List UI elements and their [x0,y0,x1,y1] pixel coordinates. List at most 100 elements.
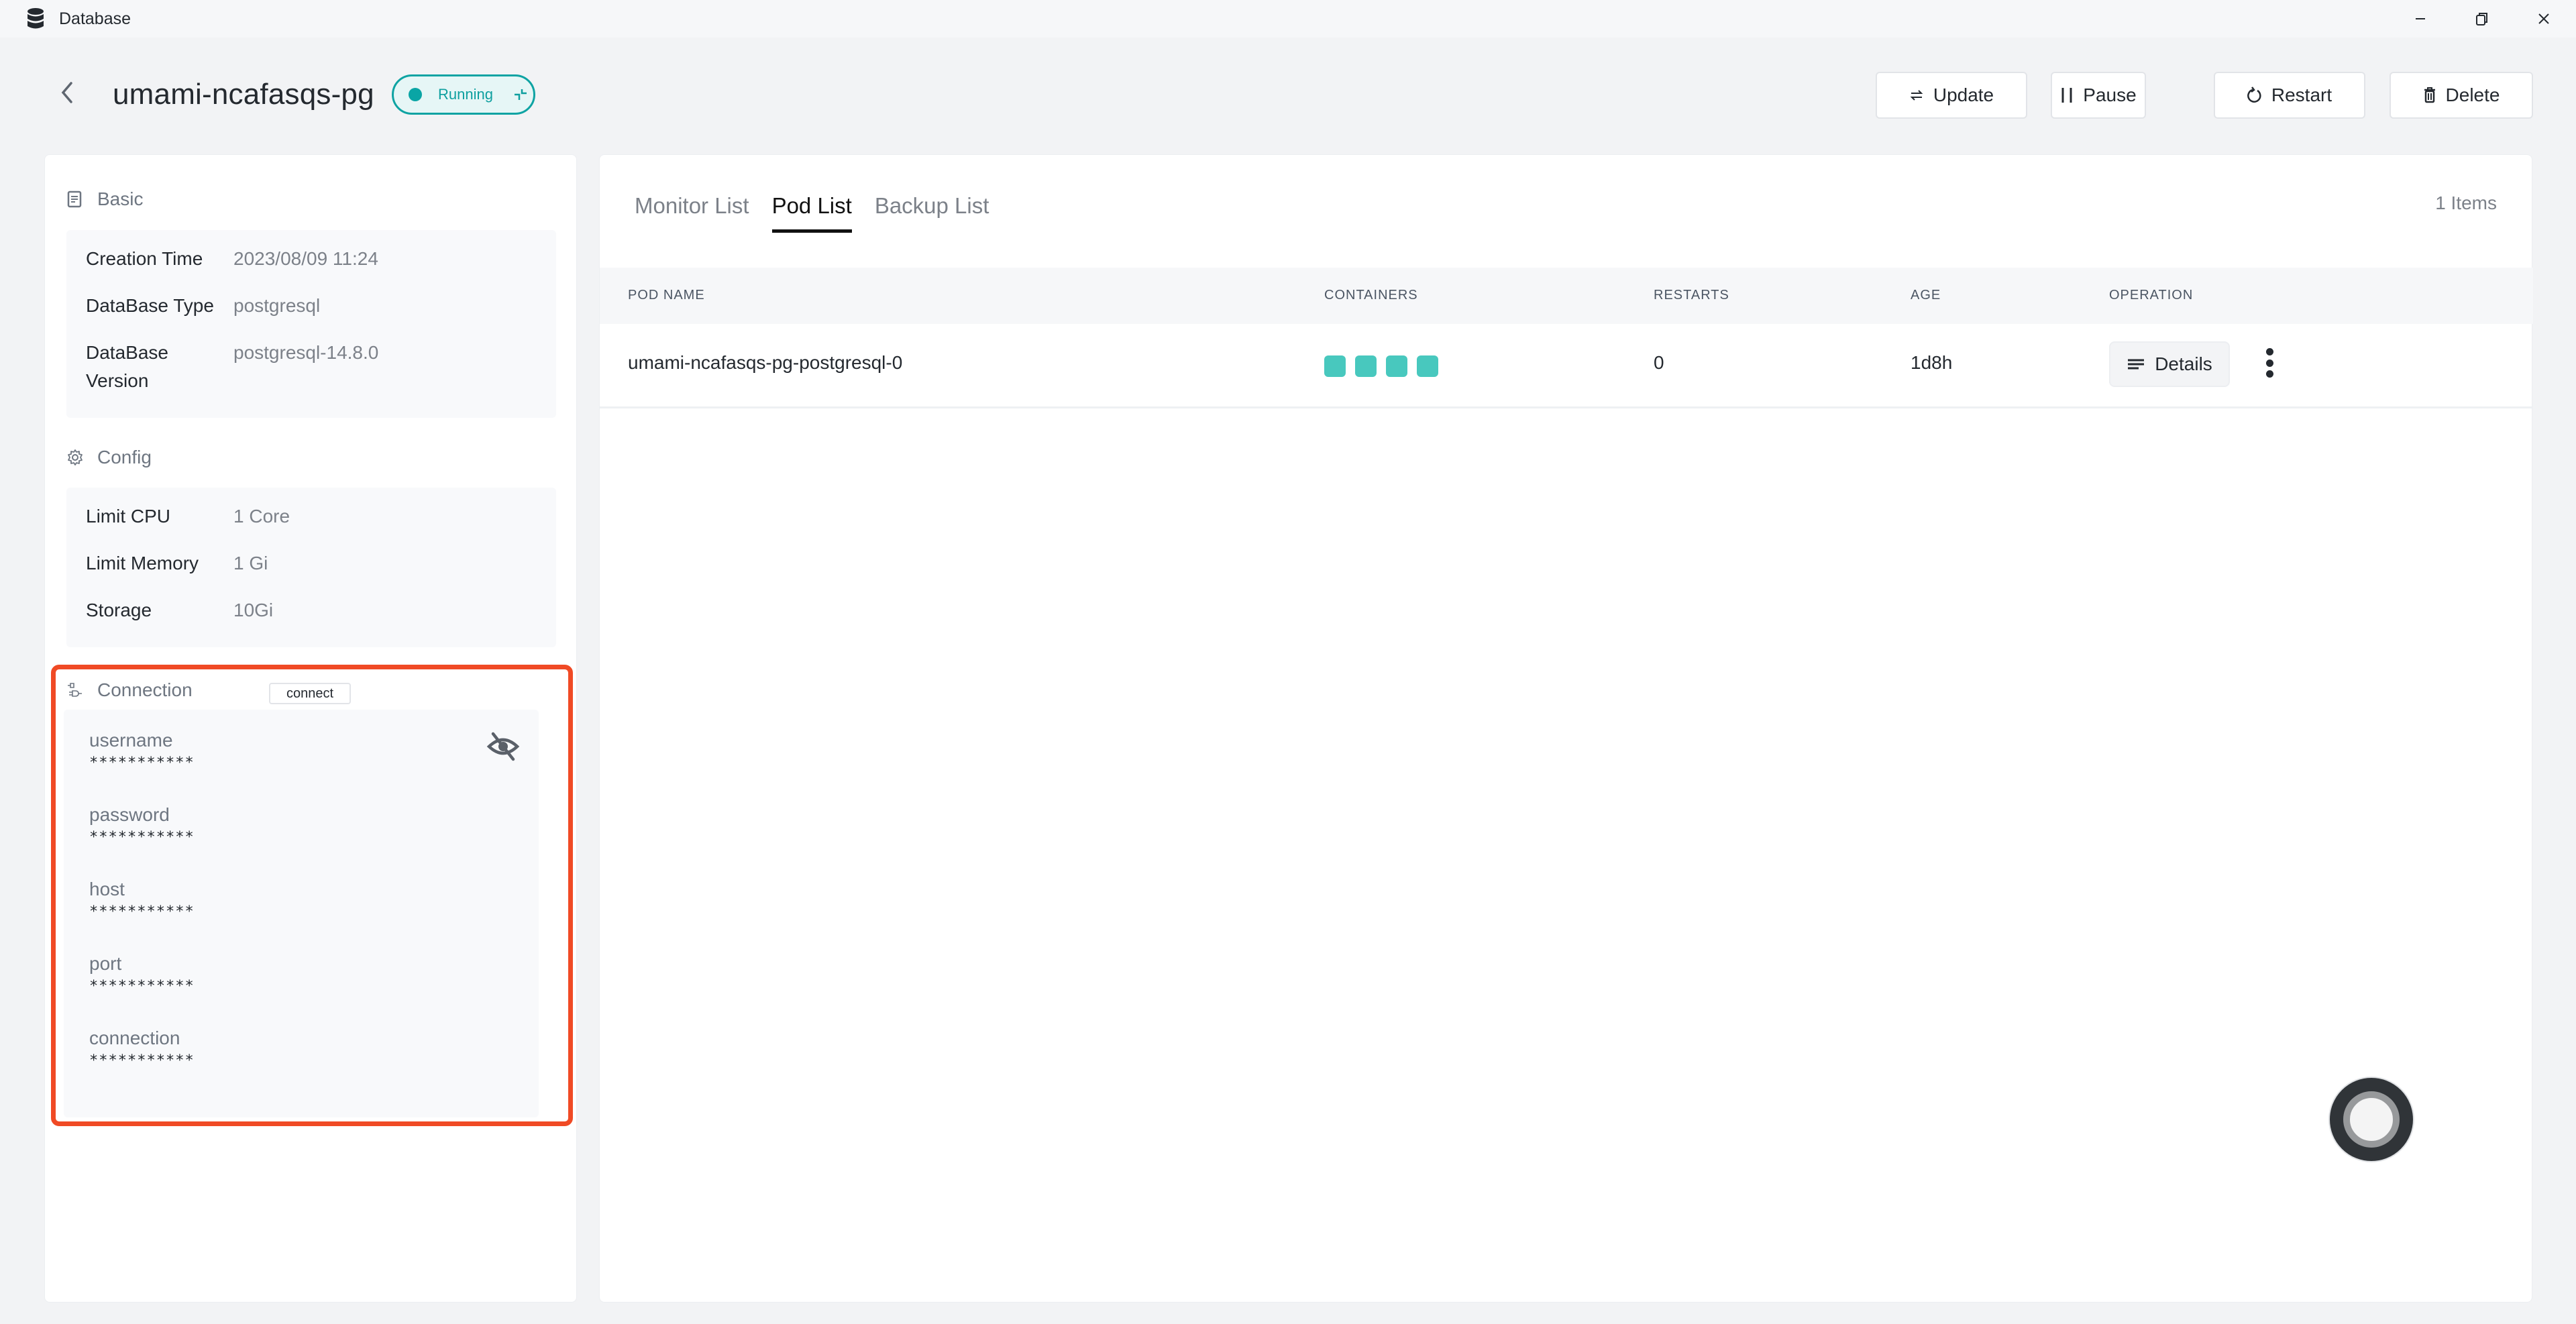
column-header-containers: CONTAINERS [1324,288,1418,302]
details-button[interactable]: Details [2109,341,2230,387]
connection-section-title: Connection [66,679,193,701]
gear-icon [68,449,83,465]
connection-section-highlight: Connection connect username *********** … [51,665,573,1126]
connection-string-value: *********** [89,1052,195,1069]
details-label: Details [2155,353,2212,374]
minimize-icon [2416,18,2425,19]
connection-info-box: username *********** password **********… [64,710,539,1117]
eye-off-icon [486,732,520,761]
update-button[interactable]: Update [1876,72,2027,119]
restore-button[interactable] [2469,5,2496,32]
tab-pod-list[interactable]: Pod List [771,190,853,233]
connection-title: Connection [97,679,193,700]
container-status-icon[interactable] [1386,355,1407,377]
container-status-icon[interactable] [1417,355,1438,377]
creation-time-value: 2023/08/09 11:24 [233,248,378,269]
creation-time-label: Creation Time [86,248,203,269]
age-cell: 1d8h [1911,352,1953,373]
more-options-button[interactable] [2259,348,2279,378]
storage-value: 10Gi [233,600,274,620]
pause-label: Pause [2083,85,2137,105]
restore-icon [2476,13,2487,25]
containers-cell [1324,355,1438,377]
window-titlebar: Database [0,0,2576,38]
column-header-age: AGE [1911,288,1941,302]
status-dot-icon [409,88,422,101]
restart-button[interactable]: Restart [2214,72,2365,119]
limit-cpu-label: Limit CPU [86,506,171,527]
basic-title: Basic [97,188,144,209]
tab-monitor-list[interactable]: Monitor List [635,190,749,230]
delete-button[interactable]: Delete [2390,72,2533,119]
username-field: username *********** [89,728,195,773]
items-count: 1 Items [2435,192,2497,213]
pod-table: POD NAME CONTAINERS RESTARTS AGE OPERATI… [600,268,2533,408]
close-button[interactable] [2530,5,2557,32]
config-section-title: Config [66,447,152,468]
pod-name-cell: umami-ncafasqs-pg-postgresql-0 [628,352,903,373]
table-row: umami-ncafasqs-pg-postgresql-0 0 1d8h De… [600,324,2533,408]
update-label: Update [1933,85,1994,105]
more-dot-icon [2265,359,2273,367]
limit-memory-label: Limit Memory [86,553,199,573]
close-icon [2538,13,2549,24]
container-status-icon[interactable] [1324,355,1346,377]
limit-cpu-value: 1 Core [233,506,290,527]
port-field: port *********** [89,952,195,996]
config-info-box: Limit CPU 1 Core Limit Memory 1 Gi Stora… [66,488,556,647]
connection-string-field: connection *********** [89,1026,195,1070]
database-version-value: postgresql-14.8.0 [233,342,379,363]
restart-label: Restart [2271,85,2332,105]
database-icon [28,8,44,29]
database-version-label: DataBase Version [86,342,168,391]
table-header: POD NAME CONTAINERS RESTARTS AGE OPERATI… [600,268,2533,324]
status-badge[interactable]: Running [392,74,535,115]
chevron-left-icon [61,82,72,103]
column-header-restarts: RESTARTS [1654,288,1729,302]
status-label: Running [438,86,493,103]
collapse-icon [514,89,527,100]
password-value: *********** [89,829,195,846]
lines-icon [2128,359,2145,370]
host-value: *********** [89,903,195,920]
column-header-pod-name: POD NAME [628,288,705,302]
username-value: *********** [89,755,195,771]
restarts-cell: 0 [1654,352,1664,373]
config-title: Config [97,447,152,467]
floating-action-button[interactable] [2328,1077,2414,1162]
basic-info-box: Creation Time 2023/08/09 11:24 DataBase … [66,230,556,418]
details-sidebar: Basic Creation Time 2023/08/09 11:24 Dat… [44,154,577,1303]
connect-button[interactable]: connect [269,683,351,704]
floating-button-icon [2343,1091,2400,1148]
main-content-panel: Monitor List Pod List Backup List 1 Item… [599,154,2533,1303]
connection-string-label: connection [89,1028,180,1048]
more-dot-icon [2265,370,2273,378]
window-title: Database [59,9,131,28]
swap-icon [1910,90,1923,101]
container-status-icon[interactable] [1355,355,1377,377]
page-header: umami-ncafasqs-pg Running Update Pause R… [0,38,2576,152]
password-field: password *********** [89,803,195,847]
host-field: host *********** [89,877,195,922]
connection-plug-icon [68,683,82,697]
trash-icon [2424,87,2435,103]
minimize-button[interactable] [2407,5,2434,32]
tab-backup-list[interactable]: Backup List [875,190,989,230]
database-type-label: DataBase Type [86,295,214,316]
pause-button[interactable]: Pause [2051,72,2146,119]
storage-label: Storage [86,600,152,620]
port-value: *********** [89,978,195,995]
port-label: port [89,953,122,974]
database-type-value: postgresql [233,295,321,316]
column-header-operation: OPERATION [2109,288,2194,302]
basic-section-title: Basic [66,188,143,210]
limit-memory-value: 1 Gi [233,553,268,573]
toggle-visibility-button[interactable] [486,730,520,763]
page-title: umami-ncafasqs-pg [113,78,374,111]
restart-icon [2247,87,2261,103]
pause-icon [2061,88,2072,103]
document-icon [67,190,82,208]
delete-label: Delete [2445,85,2500,105]
username-label: username [89,730,173,751]
back-button[interactable] [54,79,80,106]
